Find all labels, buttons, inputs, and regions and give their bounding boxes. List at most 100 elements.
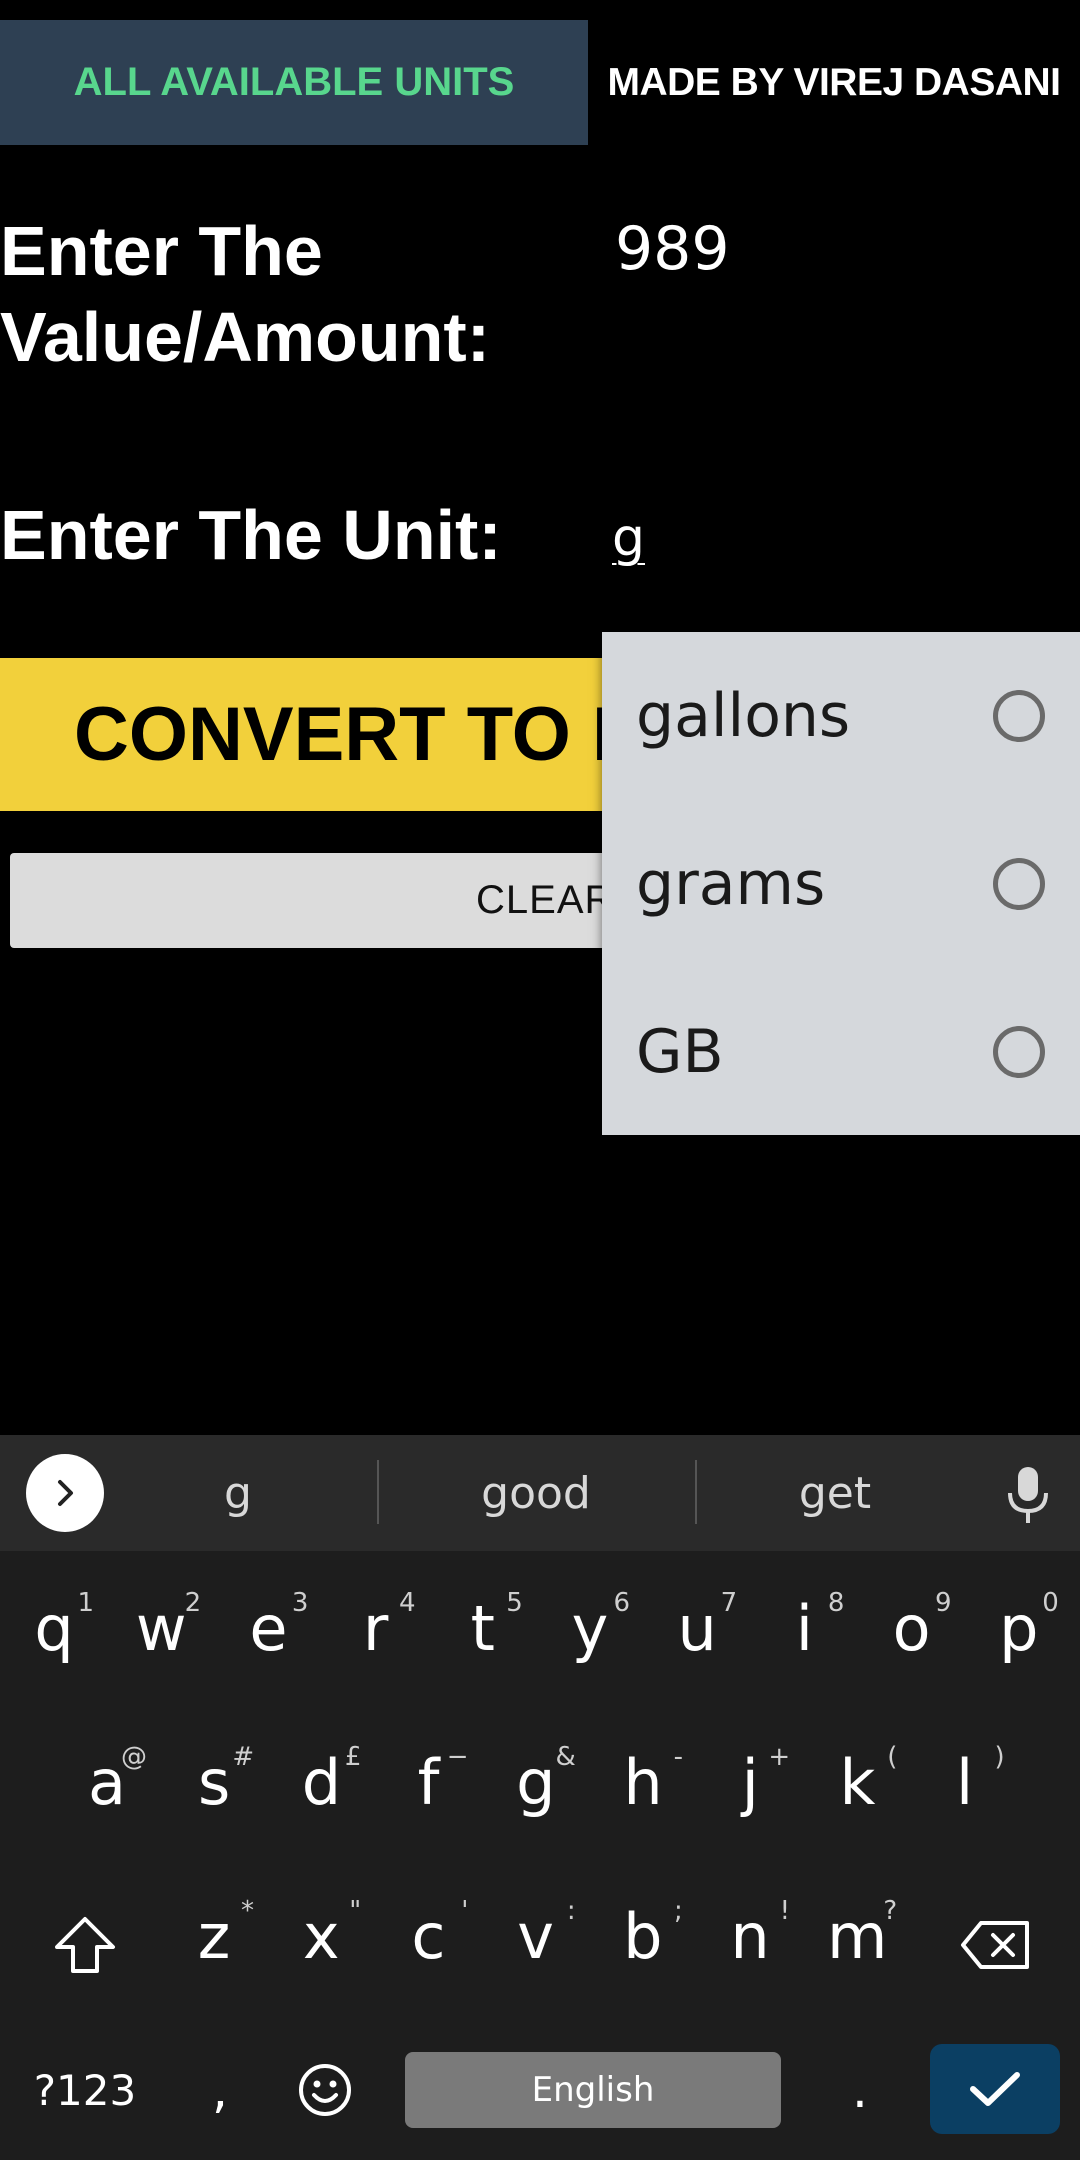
suggestion-bar: g good get [0,1435,1080,1551]
key-hint: ) [994,1742,1005,1772]
key-hint: ( [887,1742,898,1772]
key-letter: y [571,1591,609,1665]
radio-button[interactable] [993,1026,1045,1078]
key-f[interactable]: f − [379,1732,479,1832]
key-w[interactable]: w2 [111,1578,211,1678]
key-c[interactable]: c ' [378,1886,478,1986]
dropdown-option-gallons[interactable]: gallons [602,632,1080,800]
key-x[interactable]: x " [271,1886,371,1986]
unit-label: Enter The Unit: [0,496,502,574]
space-key[interactable]: English [405,2052,781,2128]
dropdown-option-label: grams [636,849,826,919]
key-t[interactable]: t5 [433,1578,533,1678]
dropdown-option-grams[interactable]: grams [602,800,1080,968]
key-letter: g [516,1745,556,1819]
key-j[interactable]: j + [700,1732,800,1832]
key-u[interactable]: u7 [647,1578,747,1678]
key-hint: + [768,1742,791,1772]
key-a[interactable]: a @ [57,1732,157,1832]
suggestion-divider [695,1460,697,1524]
key-k[interactable]: k( [807,1732,907,1832]
key-l[interactable]: l) [915,1732,1015,1832]
backspace-icon[interactable] [950,1900,1040,1990]
key-g[interactable]: g & [486,1732,586,1832]
key-hint: 4 [399,1588,416,1618]
key-o[interactable]: o9 [862,1578,962,1678]
radio-button[interactable] [993,858,1045,910]
key-hint: − [446,1742,469,1772]
comma-key[interactable]: , [190,2046,250,2134]
key-hint: ; [674,1896,683,1926]
key-b[interactable]: b; [593,1886,693,1986]
key-hint: 7 [720,1588,738,1618]
key-hint: " [349,1896,362,1926]
chevron-right-icon[interactable] [26,1454,104,1532]
key-hint: ! [779,1896,790,1926]
key-r[interactable]: r4 [326,1578,426,1678]
key-letter: j [741,1745,759,1819]
dropdown-option-label: GB [636,1017,724,1087]
emoji-icon[interactable] [290,2046,360,2134]
all-available-units-button[interactable]: ALL AVAILABLE UNITS [0,20,588,145]
key-d[interactable]: d £ [271,1732,371,1832]
key-hint: 5 [506,1588,523,1618]
key-h[interactable]: h- [593,1732,693,1832]
checkmark-icon[interactable] [930,2044,1060,2134]
key-e[interactable]: e3 [218,1578,318,1678]
key-letter: i [795,1591,813,1665]
key-letter: b [623,1899,663,1973]
shift-icon[interactable] [40,1900,130,1990]
microphone-icon[interactable] [1004,1465,1052,1525]
key-m[interactable]: m? [807,1886,907,1986]
key-n[interactable]: n! [700,1886,800,1986]
value-label-line2: Value/Amount: [0,298,491,376]
key-letter: f [417,1745,440,1819]
key-hint: 2 [184,1588,202,1618]
key-z[interactable]: z * [164,1886,264,1986]
key-hint: - [673,1742,683,1772]
key-y[interactable]: y6 [540,1578,640,1678]
key-hint: 0 [1042,1588,1059,1618]
key-s[interactable]: s # [164,1732,264,1832]
key-p[interactable]: p0 [969,1578,1069,1678]
value-label-line1: Enter The [0,212,323,290]
key-v[interactable]: v: [486,1886,586,1986]
key-hint: 6 [613,1588,630,1618]
suggestion-2[interactable]: good [380,1435,692,1551]
key-hint: 1 [77,1588,94,1618]
key-hint: £ [344,1742,362,1772]
key-hint: 3 [291,1588,309,1618]
key-hint: # [232,1742,255,1772]
symbols-key[interactable]: ?123 [20,2046,150,2134]
credit-button[interactable]: MADE BY VIREJ DASANI [588,20,1080,145]
key-i[interactable]: i8 [754,1578,854,1678]
value-input[interactable]: 989 [615,214,730,284]
key-letter: e [249,1591,288,1665]
key-letter: u [677,1591,717,1665]
key-q[interactable]: q1 [4,1578,104,1678]
clear-button-label: CLEAR [476,878,615,922]
key-letter: h [623,1745,663,1819]
key-hint: & [555,1742,576,1772]
period-key[interactable]: . [830,2046,890,2134]
key-letter: v [517,1899,554,1973]
key-letter: o [892,1591,931,1665]
key-letter: m [826,1899,888,1973]
unit-suggestion-dropdown: gallons grams GB [602,632,1080,1135]
key-hint: 8 [827,1588,845,1618]
key-letter: p [999,1591,1039,1665]
key-hint: * [241,1896,254,1926]
unit-input[interactable]: g [612,508,645,568]
radio-button[interactable] [993,690,1045,742]
suggestion-3[interactable]: get [698,1435,972,1551]
key-hint: ' [461,1896,469,1926]
key-letter: c [411,1899,446,1973]
key-letter: l [955,1745,974,1819]
key-hint: @ [121,1742,147,1772]
suggestion-1[interactable]: g [140,1435,336,1551]
key-letter: x [302,1899,340,1973]
space-key-label: English [531,2070,655,2110]
key-letter: s [198,1745,231,1819]
key-letter: t [470,1591,495,1665]
dropdown-option-gb[interactable]: GB [602,968,1080,1136]
